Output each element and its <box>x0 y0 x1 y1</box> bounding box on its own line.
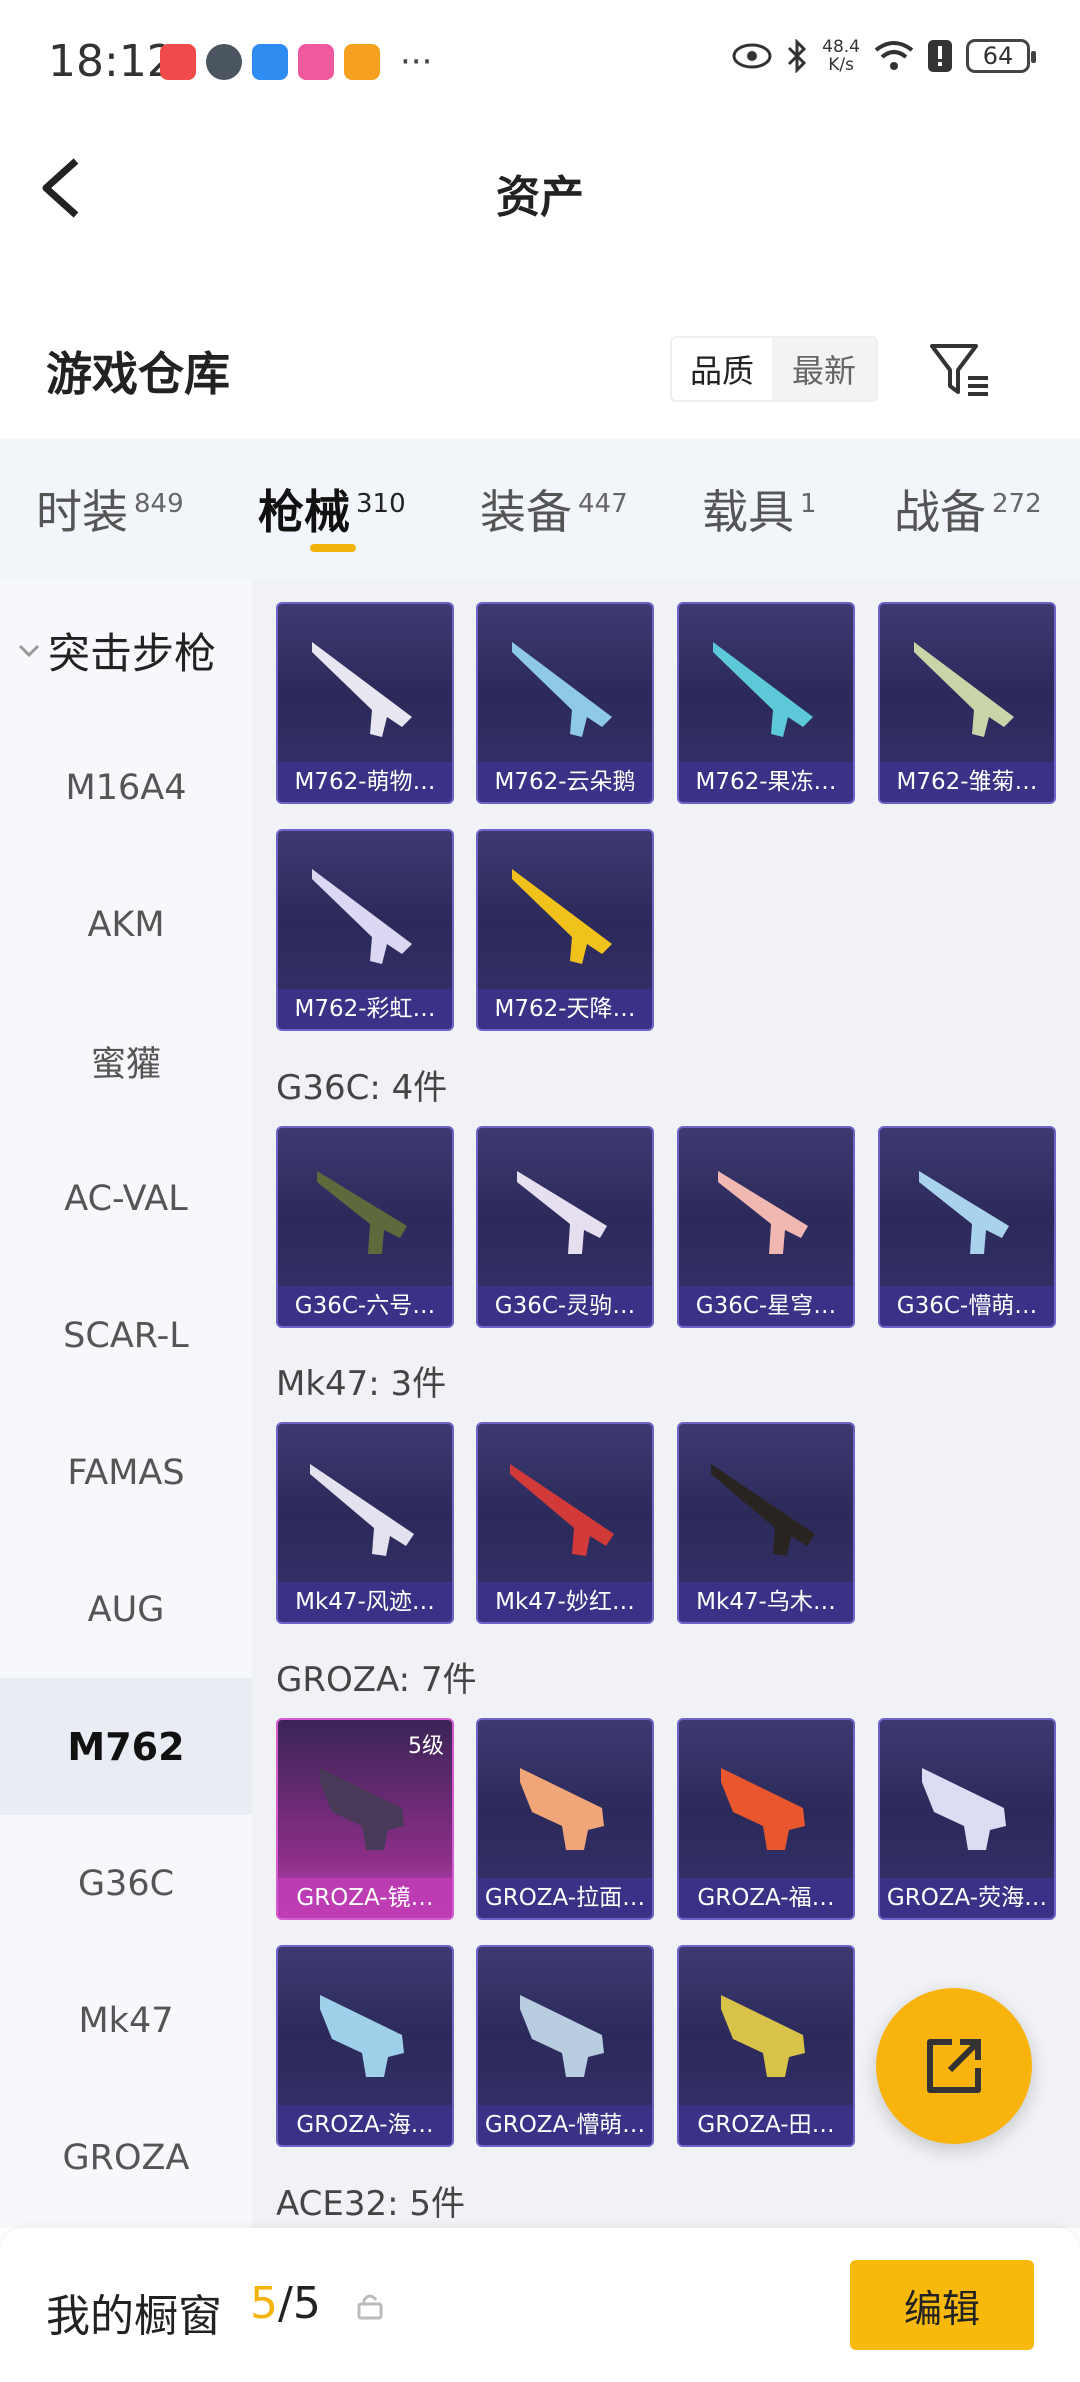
weapon-card[interactable]: Mk47-风迹… <box>276 1422 454 1624</box>
sidebar-item-scar-l[interactable]: SCAR-L <box>0 1267 252 1404</box>
weapon-card[interactable]: G36C-懵萌… <box>878 1126 1056 1328</box>
weapon-card[interactable]: GROZA-荧海… <box>878 1718 1056 1920</box>
filter-icon[interactable] <box>928 340 992 400</box>
app-notification-icon <box>160 44 196 80</box>
bullpup-skin-icon <box>721 1995 805 2077</box>
sidebar-item-famas[interactable]: FAMAS <box>0 1404 252 1541</box>
sidebar-item-g36c[interactable]: G36C <box>0 1815 252 1952</box>
smg-skin-icon <box>718 1171 808 1254</box>
group-title-ace32: ACE32: 5件 <box>276 2184 466 2224</box>
sidebar-item-aug[interactable]: AUG <box>0 1541 252 1678</box>
network-speed: 48.4 K/s <box>822 37 860 75</box>
more-notifications-icon: ··· <box>400 42 433 82</box>
smg-skin-icon <box>919 1171 1009 1254</box>
bullpup-skin-icon <box>721 1768 805 1850</box>
rifle-skin-icon <box>512 642 612 737</box>
page-title: 资产 <box>496 172 584 223</box>
sidebar-item-mk47[interactable]: Mk47 <box>0 1952 252 2089</box>
weapon-card[interactable]: M762-天降… <box>476 829 654 1031</box>
rifle-skin-icon <box>312 642 412 737</box>
weapon-card[interactable]: M762-彩虹… <box>276 829 454 1031</box>
rifle-skin-icon <box>312 869 412 964</box>
showcase-bar: 我的橱窗 5/5 编辑 <box>0 2228 1080 2382</box>
tab-supplies[interactable]: 战备 272 <box>894 476 1042 542</box>
bullpup-skin-icon <box>520 1768 604 1850</box>
weapon-card[interactable]: M762-云朵鹅 <box>476 602 654 804</box>
smg-skin-icon <box>317 1171 407 1254</box>
lock-icon <box>357 2294 383 2320</box>
weapon-card[interactable]: G36C-六号… <box>276 1126 454 1328</box>
weapon-card[interactable]: M762-萌物… <box>276 602 454 804</box>
smg-skin-icon <box>517 1171 607 1254</box>
share-external-icon <box>927 2039 981 2093</box>
weapon-sidebar: 突击步枪 M16A4 AKM 蜜獾 AC-VAL SCAR-L FAMAS AU… <box>0 578 252 2228</box>
weapon-card[interactable]: GROZA-田… <box>677 1945 855 2147</box>
weapon-card[interactable]: M762-果冻… <box>677 602 855 804</box>
status-time: 18:12 <box>48 36 175 87</box>
weapon-card[interactable]: 5级 GROZA-镜… <box>276 1718 454 1920</box>
bluetooth-app-icon <box>252 44 288 80</box>
weapon-card[interactable]: M762-雏菊… <box>878 602 1056 804</box>
sidebar-item-m16a4[interactable]: M16A4 <box>0 719 252 856</box>
sidebar-item-m762[interactable]: M762 <box>0 1678 252 1815</box>
weapon-card[interactable]: Mk47-妙红… <box>476 1422 654 1624</box>
eye-icon <box>732 43 772 69</box>
sidebar-item-akm[interactable]: AKM <box>0 856 252 993</box>
wifi-icon <box>874 41 914 70</box>
weapon-card[interactable]: GROZA-拉面… <box>476 1718 654 1920</box>
weapon-card[interactable]: GROZA-海… <box>276 1945 454 2147</box>
chevron-down-icon <box>18 644 40 657</box>
group-title-groza: GROZA: 7件 <box>276 1660 477 1700</box>
weapon-card[interactable]: G36C-星穹… <box>677 1126 855 1328</box>
video-app-icon <box>344 44 380 80</box>
tab-vehicles[interactable]: 载具 1 <box>702 476 817 542</box>
bluetooth-icon <box>788 39 807 73</box>
rifle-skin-icon <box>711 1464 815 1556</box>
bullpup-skin-icon <box>520 1995 604 2077</box>
edit-button[interactable]: 编辑 <box>850 2260 1034 2350</box>
notification-icons: ··· <box>160 44 432 80</box>
tab-equipment[interactable]: 装备 447 <box>480 476 628 542</box>
status-bar: 18:12 ··· 48.4 K/s 64 <box>0 0 1080 125</box>
weapon-card[interactable]: G36C-灵驹… <box>476 1126 654 1328</box>
tab-guns[interactable]: 枪械 310 <box>258 476 406 542</box>
game-notification-icon <box>206 44 242 80</box>
sort-toggle: 品质 最新 <box>670 336 878 402</box>
rifle-skin-icon <box>510 1464 614 1556</box>
sidebar-category-assault-rifles[interactable]: 突击步枪 <box>18 620 216 681</box>
rifle-skin-icon <box>914 642 1014 737</box>
rifle-skin-icon <box>512 869 612 964</box>
sort-quality-button[interactable]: 品质 <box>672 338 772 400</box>
weapon-card[interactable]: GROZA-懵萌… <box>476 1945 654 2147</box>
active-tab-indicator <box>310 544 356 552</box>
group-title-g36c: G36C: 4件 <box>276 1068 448 1108</box>
warehouse-title: 游戏仓库 <box>46 347 230 401</box>
battery-indicator: 64 <box>966 39 1036 73</box>
weapon-card[interactable]: GROZA-福… <box>677 1718 855 1920</box>
sort-newest-button[interactable]: 最新 <box>772 338 876 400</box>
group-title-mk47: Mk47: 3件 <box>276 1364 447 1404</box>
tab-fashion[interactable]: 时装 849 <box>36 476 184 542</box>
bullpup-skin-icon <box>922 1768 1006 1850</box>
app-header: 资产 <box>0 125 1080 250</box>
rifle-skin-icon <box>713 642 813 737</box>
showcase-count: 5/5 <box>250 2278 321 2329</box>
alert-icon <box>928 40 952 72</box>
category-tabs: 时装 849 枪械 310 装备 447 载具 1 战备 272 <box>0 438 1080 578</box>
bilibili-app-icon <box>298 44 334 80</box>
share-button[interactable] <box>876 1988 1032 2144</box>
showcase-title: 我的橱窗 <box>46 2291 222 2342</box>
status-indicators: 48.4 K/s 64 <box>732 37 1036 75</box>
sidebar-item-honey-badger[interactable]: 蜜獾 <box>0 993 252 1130</box>
sidebar-item-groza[interactable]: GROZA <box>0 2089 252 2226</box>
weapon-card[interactable]: Mk47-乌木… <box>677 1422 855 1624</box>
rifle-skin-icon <box>310 1464 414 1556</box>
sidebar-item-ac-val[interactable]: AC-VAL <box>0 1130 252 1267</box>
bullpup-skin-icon <box>320 1995 404 2077</box>
